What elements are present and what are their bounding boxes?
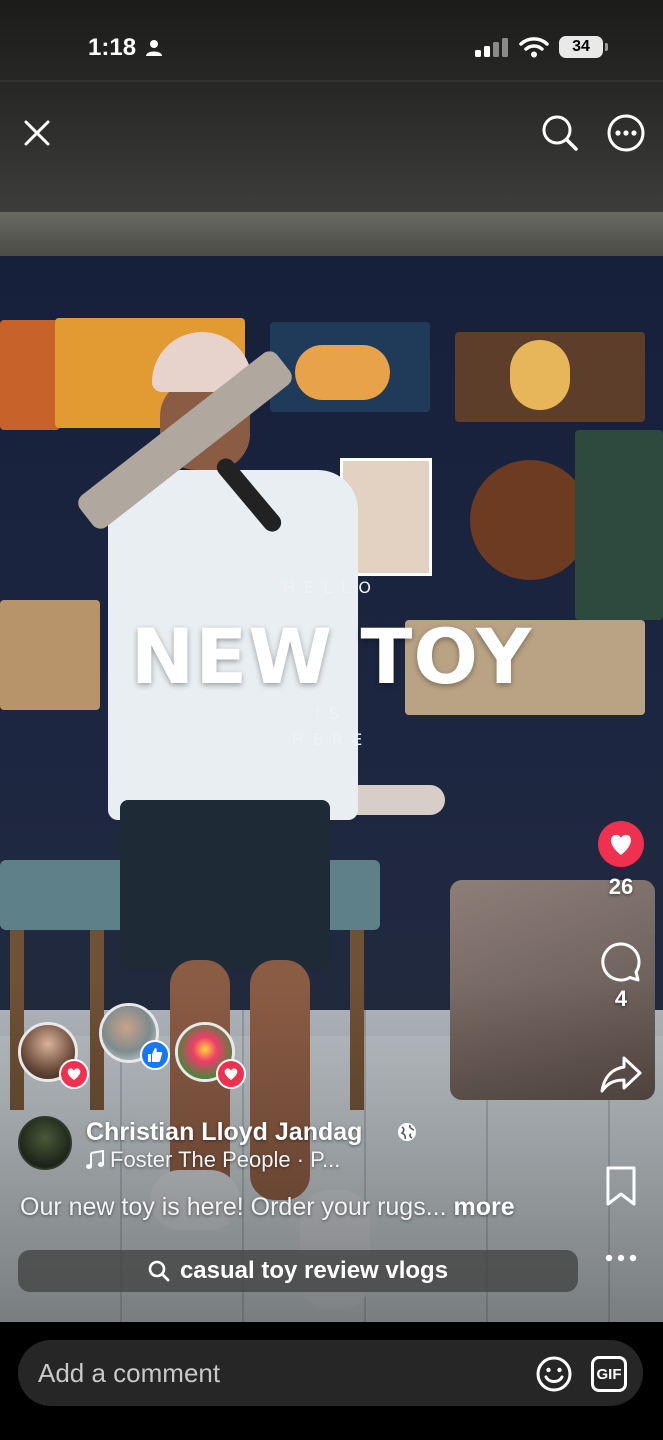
more-actions-button[interactable] [596, 1252, 646, 1264]
reactor-avatar[interactable] [99, 1003, 170, 1070]
caption-more-link[interactable]: more [454, 1193, 515, 1221]
wifi-icon [519, 37, 549, 58]
wall-rug [510, 340, 570, 410]
wall-rug [295, 345, 390, 400]
heart-icon [224, 1068, 238, 1080]
emoji-icon[interactable] [535, 1355, 573, 1393]
close-icon [24, 120, 50, 146]
like-reaction-badge [140, 1040, 170, 1070]
more-horizontal-icon [605, 1254, 637, 1262]
like-action[interactable]: 26 [596, 820, 646, 900]
wall-rug [470, 460, 590, 580]
love-reaction-badge [59, 1059, 89, 1089]
share-arrow-icon [600, 1056, 642, 1093]
status-time: 1:18 [88, 34, 137, 61]
more-circle-icon [607, 114, 645, 152]
overlay-is: IS [315, 704, 348, 723]
related-search-chip[interactable]: casual toy review vlogs [18, 1250, 578, 1292]
comment-action[interactable]: 4 [596, 940, 646, 1012]
comment-placeholder: Add a comment [38, 1357, 221, 1388]
love-reaction-badge [216, 1059, 246, 1089]
comment-count: 4 [614, 986, 628, 1011]
gif-button[interactable]: GIF [591, 1356, 627, 1392]
battery-indicator: 34 [559, 36, 608, 58]
author-avatar[interactable] [18, 1116, 72, 1170]
overlay-here: HERE [291, 730, 372, 749]
music-note-icon [86, 1150, 104, 1169]
reactor-avatar[interactable] [18, 1022, 89, 1089]
search-chip-label: casual toy review vlogs [179, 1257, 449, 1284]
person-shorts [120, 800, 330, 970]
music-info[interactable]: Foster The People · P... [86, 1147, 340, 1173]
author-name[interactable]: Christian Lloyd Jandag [86, 1118, 362, 1147]
overlay-title: NEW TOY [130, 612, 533, 701]
globe-icon [398, 1123, 416, 1141]
like-count: 26 [608, 874, 634, 899]
video-ceiling-beam [0, 212, 663, 256]
overlay-hello: HELLO [283, 578, 380, 597]
person-icon [146, 40, 162, 56]
comment-bubble-icon [601, 942, 641, 982]
top-gradient [0, 0, 663, 200]
close-button[interactable] [16, 112, 58, 154]
thumbs-up-icon [148, 1048, 163, 1062]
more-options-button[interactable] [605, 112, 647, 154]
search-icon [148, 1260, 170, 1282]
search-icon [542, 115, 578, 151]
wall-rug [0, 320, 60, 430]
save-action[interactable] [596, 1164, 646, 1208]
reactor-avatar[interactable] [175, 1022, 246, 1089]
caption-text: Our new toy is here! Order your rugs... [20, 1193, 447, 1221]
search-button[interactable] [539, 112, 581, 154]
share-action[interactable] [596, 1054, 646, 1094]
love-react-icon [598, 821, 644, 867]
signal-icon [475, 38, 508, 57]
status-right: 34 [475, 36, 608, 58]
post-caption[interactable]: Our new toy is here! Order your rugs... … [20, 1193, 515, 1222]
music-label: Foster The People · P... [110, 1147, 341, 1172]
bookmark-icon [606, 1166, 636, 1206]
heart-icon [67, 1068, 81, 1080]
